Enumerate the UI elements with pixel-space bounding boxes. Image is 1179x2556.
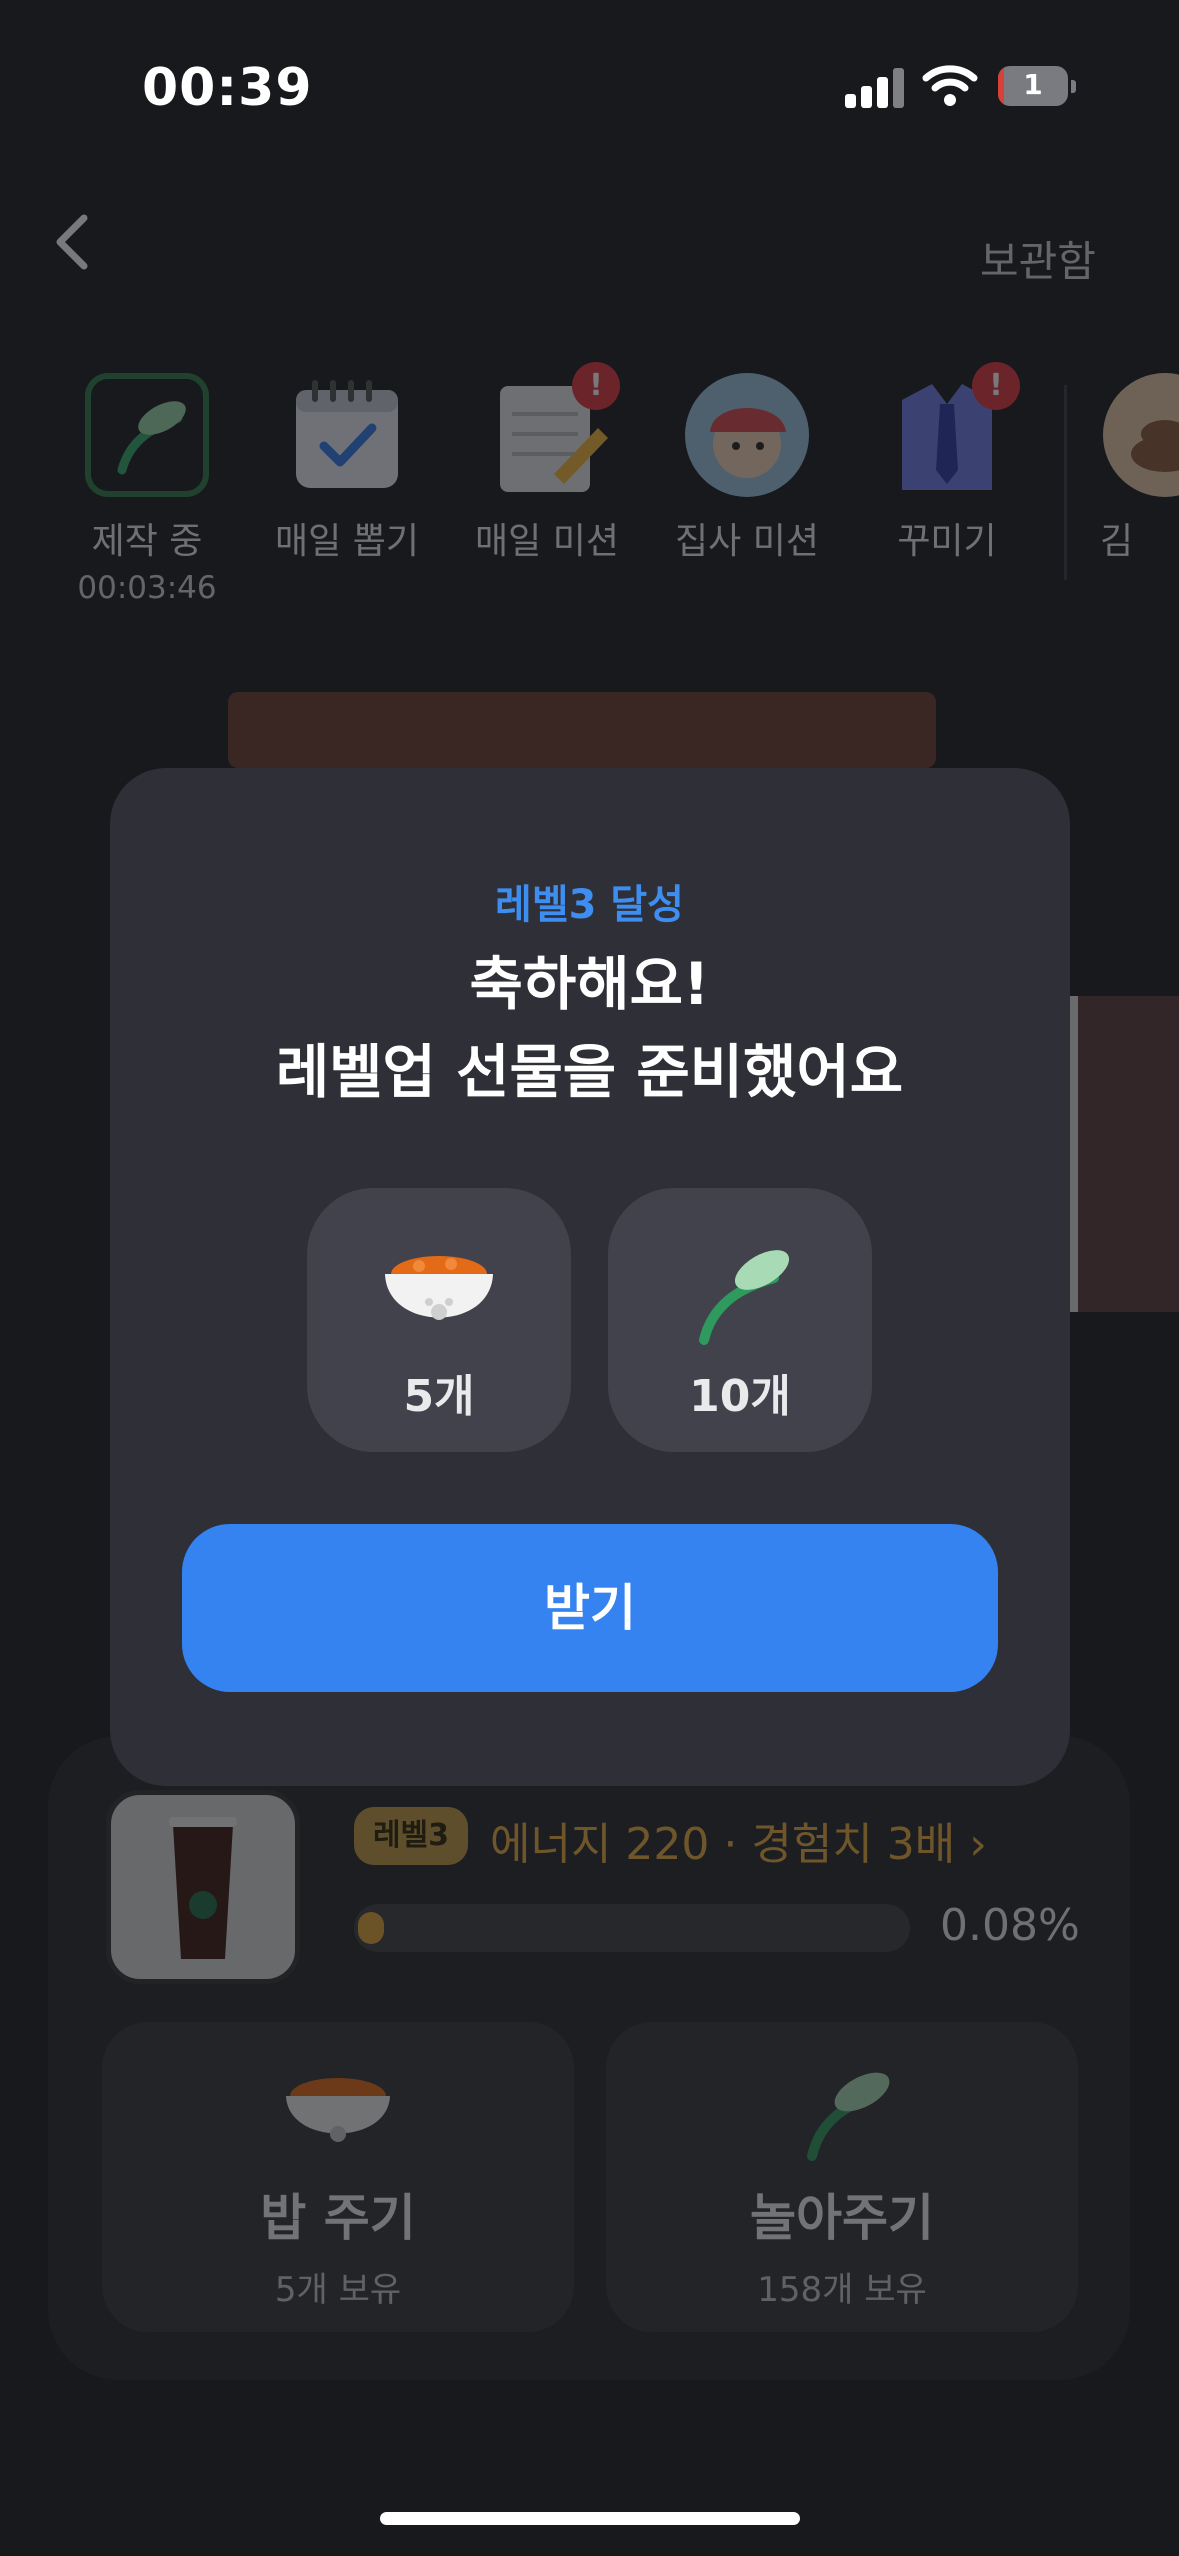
notepad-pencil-icon: ! [482, 362, 620, 500]
cellular-signal-icon [845, 68, 905, 108]
leaf-icon [680, 1236, 800, 1346]
home-indicator[interactable] [380, 2512, 800, 2525]
action-count: 5개 보유 [274, 2270, 402, 2310]
menu-divider [1064, 385, 1067, 580]
action-count: 158개 보유 [757, 2270, 927, 2310]
food-bowl-icon [278, 2056, 398, 2166]
menu-label: 제작 중 [91, 521, 203, 562]
modal-title: 축하해요! 레벨업 선물을 준비했어요 [0, 940, 1179, 1116]
wifi-icon [922, 65, 978, 106]
menu-label: 집사 미션 [675, 521, 819, 562]
menu-label: 꾸미기 [897, 521, 997, 562]
receive-button[interactable]: 받기 [182, 1524, 998, 1692]
menu-label: 매일 미션 [475, 521, 619, 562]
status-time: 00:39 [142, 58, 313, 118]
calendar-check-icon [282, 370, 412, 500]
shirt-tie-icon: ! [882, 362, 1020, 500]
alert-badge: ! [972, 362, 1020, 410]
play-button[interactable]: 놀아주기 158개 보유 [606, 2022, 1078, 2332]
menu-item-crafting[interactable]: 제작 중 00:03:46 [62, 370, 232, 606]
action-label: 놀아주기 [750, 2189, 934, 2247]
background-wood-shelf [228, 692, 936, 768]
menu-item-partial[interactable]: 김 [1100, 370, 1179, 564]
menu-item-daily-mission[interactable]: ! 매일 미션 [462, 362, 632, 564]
back-chevron-icon[interactable] [50, 212, 94, 272]
leaf-icon [82, 370, 212, 500]
level-progress-text: 0.08% [940, 1900, 1080, 1951]
menu-item-butler-mission[interactable]: 집사 미션 [662, 370, 832, 564]
modal-title-line1: 축하해요! [469, 950, 710, 1018]
character-avatar-icon [682, 370, 812, 500]
storage-button[interactable]: 보관함 [980, 228, 1096, 289]
reward-card-food: 5개 [307, 1188, 571, 1452]
level-achieved-text: 레벨3 달성 [495, 882, 684, 928]
menu-label: 매일 뽑기 [275, 521, 419, 562]
menu-label: 김 [1100, 521, 1134, 562]
reward-count: 5개 [403, 1371, 475, 1422]
level-progress-bar [354, 1904, 910, 1952]
reward-card-leaf: 10개 [608, 1188, 872, 1452]
leaf-icon [782, 2056, 902, 2166]
modal-title-line2: 레벨업 선물을 준비했어요 [275, 1038, 904, 1106]
battery-level: 1 [1023, 68, 1043, 101]
feed-button[interactable]: 밥 주기 5개 보유 [102, 2022, 574, 2332]
menu-item-decorate[interactable]: ! 꾸미기 [862, 362, 1032, 564]
alert-badge: ! [572, 362, 620, 410]
poop-icon [1100, 370, 1179, 500]
level-info-link[interactable]: 에너지 220 · 경험치 3배 › [490, 1808, 987, 1872]
level-progress-fill [358, 1912, 384, 1944]
battery-icon: 1 [998, 66, 1076, 106]
action-label: 밥 주기 [260, 2189, 416, 2247]
menu-item-daily-draw[interactable]: 매일 뽑기 [262, 370, 432, 564]
level-badge: 레벨3 [354, 1807, 468, 1865]
crafting-timer: 00:03:46 [77, 570, 217, 606]
coffee-cup-image[interactable] [106, 1790, 300, 1984]
reward-count: 10개 [689, 1371, 791, 1422]
food-bowl-icon [379, 1236, 499, 1346]
